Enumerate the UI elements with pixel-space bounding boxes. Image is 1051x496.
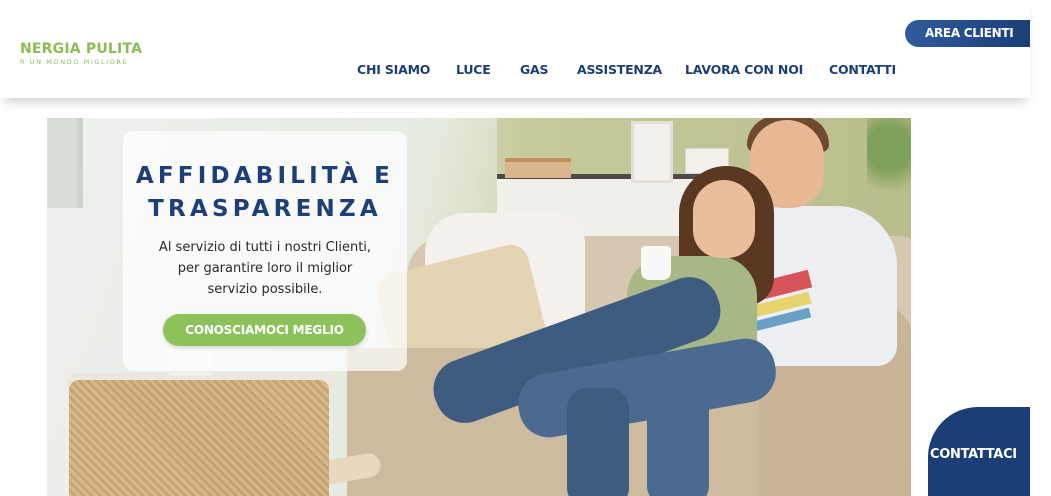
wicker-table [69,380,329,496]
hero-title-line2: TRASPARENZA [148,196,382,222]
nav-item-contatti[interactable]: CONTATTI [829,62,896,77]
nav-item-lavora-con-noi[interactable]: LAVORA CON NOI [685,62,803,77]
area-clienti-button[interactable]: AREA CLIENTI [905,20,1030,47]
hero-title-line1: AFFIDABILITÀ E [135,163,395,189]
nav-item-luce[interactable]: LUCE [456,62,491,77]
nav-item-assistenza[interactable]: ASSISTENZA [577,62,662,77]
hero-window [47,118,83,208]
nav-item-gas[interactable]: GAS [520,62,549,77]
hero-picture-frame [631,121,673,183]
jeans-leg [567,388,629,496]
hero-subtitle-line1: Al servizio di tutti i nostri Clienti, [158,240,372,255]
hero-books [505,158,571,178]
jeans-leg [647,376,709,496]
conosciamoci-meglio-button[interactable]: CONOSCIAMOCI MEGLIO [163,314,366,346]
site-header: NERGIA PULITA R UN MONDO MIGLIORE CHI SI… [0,0,1030,98]
woman-head [693,180,755,258]
hero-subtitle-line3: servizio possibile. [207,282,323,297]
hero-plant [867,118,911,218]
main-nav: CHI SIAMO LUCE GAS ASSISTENZA LAVORA CON… [0,62,1000,78]
hero-subtitle-line2: per garantire loro il miglior [177,261,353,276]
nav-item-chi-siamo[interactable]: CHI SIAMO [357,62,430,77]
hero-title: AFFIDABILITÀ E TRASPARENZA [123,160,407,226]
contattaci-button[interactable]: CONTATTACI [928,407,1030,496]
coffee-mug [641,246,671,280]
hero-subtitle: Al servizio di tutti i nostri Clienti, p… [123,237,407,300]
logo-name: NERGIA PULITA [20,41,143,57]
